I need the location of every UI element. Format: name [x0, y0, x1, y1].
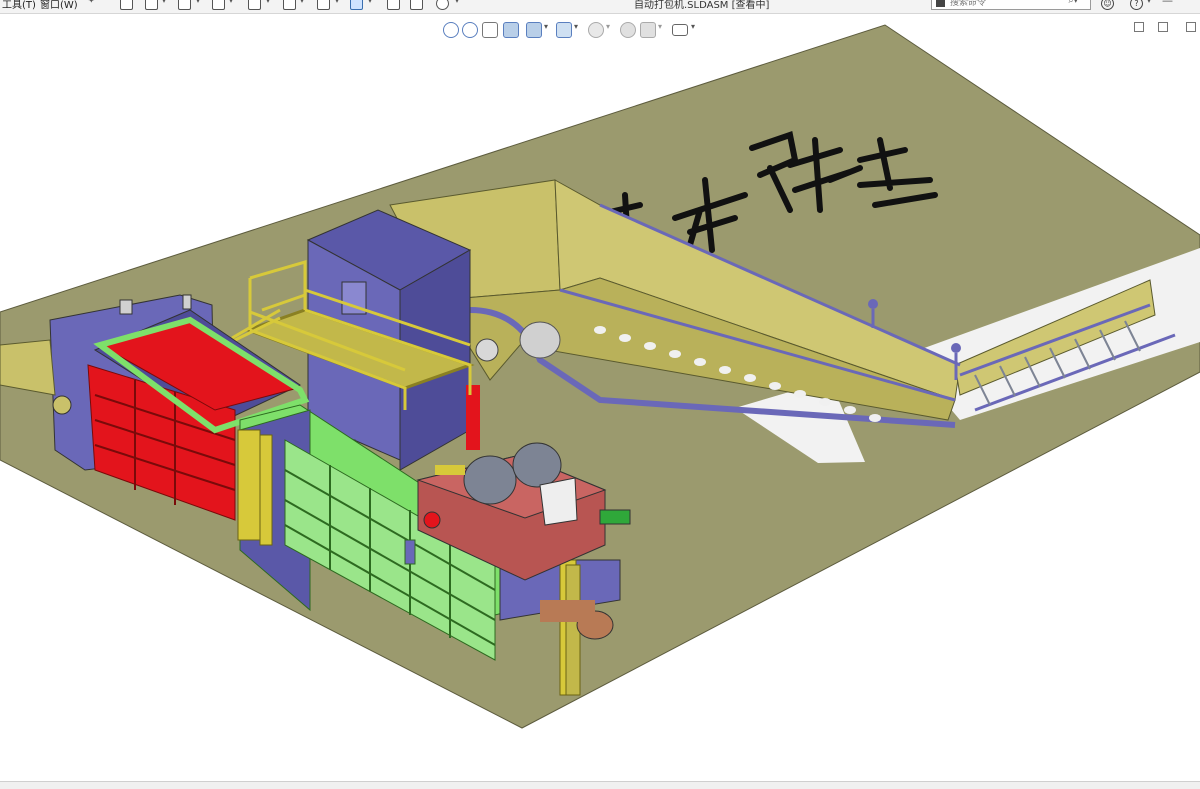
assembly-model[interactable] [0, 0, 1200, 781]
chevron-down-icon[interactable]: ▾ [196, 0, 200, 5]
save-icon[interactable] [212, 0, 225, 10]
dynamic-annotation-icon[interactable] [526, 22, 542, 38]
collapse-left-icon[interactable] [1134, 22, 1144, 32]
chevron-down-icon[interactable]: ▾ [229, 0, 233, 5]
edit-appearance-icon[interactable] [640, 22, 656, 38]
user-icon[interactable]: ☺ [1101, 0, 1114, 10]
chevron-down-icon[interactable]: ▾ [266, 0, 270, 5]
redo-icon[interactable] [317, 0, 330, 10]
chevron-down-icon[interactable]: ▾ [1147, 0, 1151, 5]
display-style-icon[interactable] [588, 22, 604, 38]
minimize-icon[interactable]: — [1162, 0, 1173, 7]
view-settings-icon[interactable] [672, 24, 688, 36]
collapse-right-icon[interactable] [1158, 22, 1168, 32]
chevron-down-icon[interactable]: ▾ [455, 0, 459, 5]
print-icon[interactable] [248, 0, 261, 10]
undo-icon[interactable] [283, 0, 296, 10]
chevron-down-icon[interactable]: ▾ [162, 0, 166, 5]
heads-up-view-toolbar: ▾ ▾ ▾ ▾ ▾ [440, 20, 710, 40]
traffic-light-icon[interactable] [387, 0, 400, 10]
graphics-viewport[interactable] [0, 0, 1200, 781]
chevron-down-icon[interactable]: ▾ [368, 0, 372, 5]
section-view-icon[interactable] [503, 22, 519, 38]
chevron-down-icon[interactable]: ▾ [606, 22, 610, 31]
chevron-down-icon[interactable]: ▾ [658, 22, 662, 31]
zoom-to-fit-icon[interactable] [443, 22, 459, 38]
previous-view-icon[interactable] [482, 22, 498, 38]
select-cursor-icon[interactable] [350, 0, 363, 10]
open-icon[interactable] [178, 0, 191, 10]
search-icon[interactable]: ⌕▾ [1068, 0, 1078, 6]
chevron-down-icon[interactable]: ▾ [300, 0, 304, 5]
status-bar [0, 781, 1200, 789]
search-commands[interactable]: ⌕▾ [931, 0, 1091, 10]
new-document-icon[interactable] [145, 0, 158, 10]
search-input[interactable] [950, 0, 1070, 9]
zoom-area-icon[interactable] [462, 22, 478, 38]
view-orientation-icon[interactable] [556, 22, 572, 38]
search-commands-icon [936, 0, 945, 7]
chevron-down-icon[interactable]: ▾ [335, 0, 339, 5]
gear-icon[interactable] [436, 0, 449, 10]
home-icon[interactable] [120, 0, 133, 10]
chevron-down-icon[interactable]: ▾ [574, 22, 578, 31]
hide-show-icon[interactable] [620, 22, 636, 38]
expand-pane-icon[interactable] [1186, 22, 1196, 32]
title-bar: 工具(T) 窗口(W) ✦ ▾ ▾ ▾ ▾ ▾ ▾ ▾ ▾ 自动打包机.SLDA… [0, 0, 1200, 14]
chevron-down-icon[interactable]: ▾ [691, 22, 695, 31]
pin-icon[interactable]: ✦ [88, 0, 95, 5]
help-icon[interactable]: ? [1130, 0, 1143, 10]
menu-window[interactable]: 窗口(W) [40, 0, 78, 11]
document-title: 自动打包机.SLDASM [查看中] [634, 0, 770, 11]
chevron-down-icon[interactable]: ▾ [544, 22, 548, 31]
file-properties-icon[interactable] [410, 0, 423, 10]
menu-tools[interactable]: 工具(T) [2, 0, 36, 11]
